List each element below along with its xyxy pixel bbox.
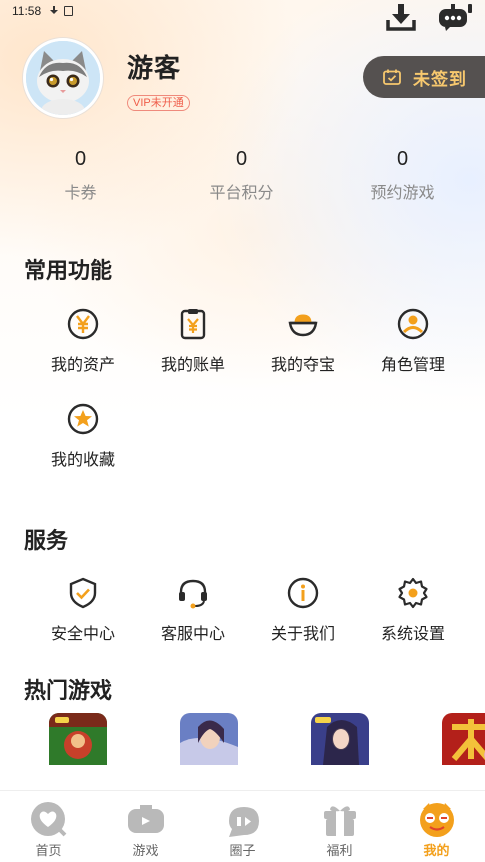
bill-icon bbox=[180, 309, 206, 340]
services-grid: 安全中心 客服中心 关于我们 系统设置 bbox=[28, 576, 468, 644]
image-status-icon bbox=[64, 6, 74, 16]
top-actions bbox=[385, 2, 473, 32]
star-icon bbox=[67, 403, 99, 435]
item-label: 我的账单 bbox=[160, 357, 225, 374]
game-thumbnail[interactable] bbox=[180, 713, 238, 765]
download-icon[interactable] bbox=[385, 2, 417, 32]
stat-points[interactable]: 0 平台积分 bbox=[161, 148, 322, 203]
role-management-item[interactable]: 角色管理 bbox=[358, 307, 468, 375]
item-label: 客服中心 bbox=[160, 626, 225, 643]
my-bill-item[interactable]: 我的账单 bbox=[138, 307, 248, 375]
common-functions-grid: 我的资产 我的账单 我的夺宝 角色管理 我的收藏 bbox=[28, 307, 468, 470]
mine-face-icon bbox=[419, 803, 454, 837]
my-favorites-item[interactable]: 我的收藏 bbox=[28, 402, 138, 470]
stats-row: 0 卡券 0 平台积分 0 预约游戏 bbox=[0, 148, 485, 203]
services-title: 服务 bbox=[24, 528, 69, 553]
tab-games[interactable]: 游戏 bbox=[97, 791, 194, 862]
item-label: 角色管理 bbox=[380, 357, 445, 374]
profile-info: 游客 VIP未开通 bbox=[127, 48, 190, 111]
item-label: 关于我们 bbox=[270, 626, 335, 643]
hot-games-list bbox=[28, 713, 485, 765]
info-icon bbox=[287, 577, 319, 609]
tab-mine[interactable]: 我的 bbox=[388, 791, 485, 862]
stat-label: 平台积分 bbox=[209, 185, 274, 202]
user-circle-icon bbox=[397, 308, 429, 340]
gift-icon bbox=[323, 806, 356, 836]
my-assets-item[interactable]: 我的资产 bbox=[28, 307, 138, 375]
item-label: 我的收藏 bbox=[50, 452, 115, 469]
stat-value: 0 bbox=[74, 148, 87, 170]
system-settings-item[interactable]: 系统设置 bbox=[358, 576, 468, 644]
common-functions-title: 常用功能 bbox=[24, 258, 113, 283]
stat-value: 0 bbox=[235, 148, 248, 170]
stat-label: 卡券 bbox=[64, 185, 97, 202]
robot-chat-icon[interactable] bbox=[437, 2, 473, 32]
about-us-item[interactable]: 关于我们 bbox=[248, 576, 358, 644]
tab-home[interactable]: 首页 bbox=[0, 791, 97, 862]
profile-header: 游客 VIP未开通 bbox=[23, 38, 190, 118]
stat-reserved-games[interactable]: 0 预约游戏 bbox=[322, 148, 483, 203]
tab-welfare[interactable]: 福利 bbox=[291, 791, 388, 862]
tab-label: 圈子 bbox=[229, 843, 256, 858]
gamepad-icon bbox=[127, 805, 164, 833]
tab-label: 游戏 bbox=[132, 843, 159, 858]
security-center-item[interactable]: 安全中心 bbox=[28, 576, 138, 644]
stat-value: 0 bbox=[396, 148, 409, 170]
tab-label: 首页 bbox=[35, 843, 62, 858]
tab-circle[interactable]: 圈子 bbox=[194, 791, 291, 862]
customer-service-item[interactable]: 客服中心 bbox=[138, 576, 248, 644]
avatar[interactable] bbox=[23, 38, 103, 118]
signin-label: 未签到 bbox=[413, 69, 467, 89]
game-thumbnail[interactable] bbox=[49, 713, 107, 765]
stat-label: 预约游戏 bbox=[370, 185, 435, 202]
my-treasure-item[interactable]: 我的夺宝 bbox=[248, 307, 358, 375]
game-thumbnail[interactable] bbox=[311, 713, 369, 765]
gear-icon bbox=[398, 577, 428, 609]
vip-status-badge[interactable]: VIP未开通 bbox=[127, 95, 190, 111]
yen-coin-icon bbox=[67, 308, 99, 340]
signin-button[interactable]: 未签到 bbox=[363, 56, 485, 98]
headset-icon bbox=[179, 579, 207, 609]
item-label: 安全中心 bbox=[50, 626, 115, 643]
calendar-check-icon bbox=[383, 69, 401, 85]
game-thumbnail[interactable] bbox=[442, 713, 485, 765]
download-status-icon bbox=[49, 6, 59, 16]
shield-check-icon bbox=[69, 577, 97, 609]
treasure-icon bbox=[288, 314, 318, 337]
nickname[interactable]: 游客 bbox=[127, 48, 190, 85]
item-label: 系统设置 bbox=[380, 626, 445, 643]
item-label: 我的夺宝 bbox=[270, 357, 335, 374]
tab-label: 福利 bbox=[326, 843, 353, 858]
hot-games-title: 热门游戏 bbox=[24, 678, 113, 703]
tab-label: 我的 bbox=[423, 843, 450, 858]
bottom-tab-bar: 首页 游戏 圈子 福利 我的 bbox=[0, 790, 485, 862]
item-label: 我的资产 bbox=[50, 357, 115, 374]
status-time: 11:58 bbox=[12, 4, 42, 18]
home-heart-icon bbox=[30, 802, 66, 837]
stat-coupons[interactable]: 0 卡券 bbox=[0, 148, 161, 203]
chat-bubble-icon bbox=[228, 807, 259, 837]
